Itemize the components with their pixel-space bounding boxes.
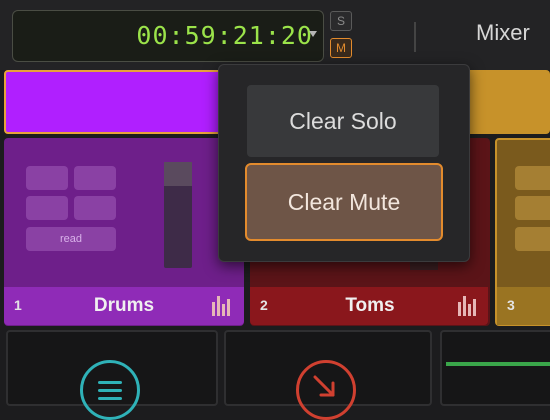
mute-button[interactable]: M xyxy=(330,38,352,58)
track-1-fader-cap[interactable] xyxy=(164,162,192,186)
list-icon[interactable] xyxy=(80,360,140,420)
solo-button[interactable]: S xyxy=(330,11,352,31)
track-number: 1 xyxy=(14,297,22,313)
track-name: Toms xyxy=(345,295,395,316)
mixer-tab[interactable]: Mixer xyxy=(476,20,530,46)
track-number: 3 xyxy=(507,297,515,313)
toolbar-divider xyxy=(414,22,416,52)
track-1-insert-slot[interactable] xyxy=(26,166,68,190)
track-1-header-bar[interactable] xyxy=(4,70,240,134)
track-1-send-slot[interactable] xyxy=(74,196,116,220)
track-3-name-bar[interactable]: 3 xyxy=(497,287,550,325)
clear-mute-button[interactable]: Clear Mute xyxy=(245,163,443,241)
track-1-send-slot[interactable] xyxy=(26,196,68,220)
arrow-icon[interactable] xyxy=(296,360,356,420)
timecode-caret-icon[interactable] xyxy=(309,31,317,37)
track-3-insert-slot[interactable] xyxy=(515,166,550,190)
track-1-insert-slot[interactable] xyxy=(74,166,116,190)
plugin-tile-3[interactable] xyxy=(440,330,550,406)
automation-mode-button[interactable]: read xyxy=(26,227,116,251)
level-line xyxy=(446,362,550,366)
mixer-sliders-icon[interactable] xyxy=(212,296,230,316)
track-3-insert-slot[interactable] xyxy=(515,196,550,220)
mixer-sliders-icon[interactable] xyxy=(458,296,476,316)
track-1-name-bar[interactable]: 1 Drums xyxy=(4,287,244,325)
timecode-value: 00:59:21:20 xyxy=(136,21,313,50)
clear-solo-button[interactable]: Clear Solo xyxy=(247,85,439,157)
track-2-name-bar[interactable]: 2 Toms xyxy=(250,287,488,325)
track-3-automation-button[interactable] xyxy=(515,227,550,251)
track-3-header-bar[interactable] xyxy=(460,70,550,134)
track-number: 2 xyxy=(260,297,268,313)
timecode-display[interactable]: 00:59:21:20 xyxy=(12,10,324,62)
track-name: Drums xyxy=(93,295,155,316)
track-2-fader-cap[interactable] xyxy=(410,262,438,270)
